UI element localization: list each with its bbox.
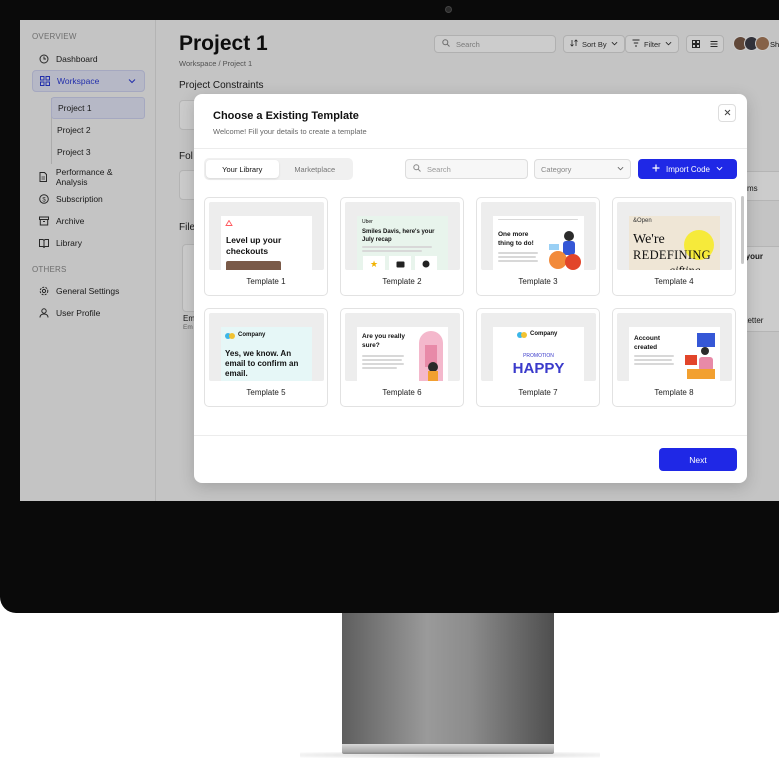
close-button[interactable] xyxy=(718,104,736,122)
card-icon xyxy=(389,256,411,270)
template-text-line xyxy=(362,363,404,365)
monitor-shadow xyxy=(300,752,600,758)
template-label: Template 6 xyxy=(382,388,422,397)
scrollbar[interactable] xyxy=(741,196,744,264)
modal-subtitle: Welcome! Fill your details to create a t… xyxy=(213,127,367,136)
modal-header-divider xyxy=(194,148,747,149)
screen: OVERVIEW Dashboard Workspace Project 1 P… xyxy=(20,20,779,501)
template-kicker: PROMOTION xyxy=(523,353,554,359)
modal-footer-divider xyxy=(194,435,747,436)
template-headline: Smiles Davis, here's your July recap xyxy=(362,229,435,243)
template-text-line xyxy=(362,246,432,248)
template-label: Template 8 xyxy=(654,388,694,397)
next-button[interactable]: Next xyxy=(659,448,737,471)
template-preview: Are you really sure? xyxy=(357,327,448,381)
airbnb-logo-icon xyxy=(225,220,233,226)
tab-marketplace[interactable]: Marketplace xyxy=(279,160,352,178)
template-label: Template 7 xyxy=(518,388,558,397)
workspace-illustration-icon xyxy=(685,333,715,379)
template-text-line xyxy=(634,359,672,361)
template-headline-3: gifting xyxy=(669,263,701,270)
template-preview: Level up your checkouts xyxy=(221,216,312,270)
template-thumbnail: Account created xyxy=(617,313,732,381)
template-preview: Account created xyxy=(629,327,720,381)
library-tabs: Your Library Marketplace xyxy=(204,158,353,180)
template-thumbnail: Level up your checkouts xyxy=(209,202,324,270)
search-placeholder: Search xyxy=(427,164,451,174)
plus-icon xyxy=(652,164,660,174)
company-logo-icon xyxy=(229,333,235,339)
company-logo-icon xyxy=(521,332,527,338)
door-illustration-icon xyxy=(419,331,443,381)
template-thumbnail: Company Yes, we know. An email to confir… xyxy=(209,313,324,381)
template-image xyxy=(226,261,281,270)
template-brand: Company xyxy=(238,332,266,338)
template-preview: Company Yes, we know. An email to confir… xyxy=(221,327,312,381)
template-text-line xyxy=(634,363,674,365)
clock-icon xyxy=(415,256,437,270)
tab-your-library[interactable]: Your Library xyxy=(206,160,279,178)
monitor-stage: OVERVIEW Dashboard Workspace Project 1 P… xyxy=(0,0,779,759)
template-text-line xyxy=(362,355,404,357)
template-thumbnail: One more thing to do! xyxy=(481,202,596,270)
chevron-down-icon xyxy=(716,165,723,174)
template-card-4[interactable]: &Open We're REDEFINING gifting Template … xyxy=(612,197,736,296)
category-placeholder: Category xyxy=(541,164,572,174)
modal-title: Choose a Existing Template xyxy=(213,110,359,122)
template-text-line xyxy=(498,260,538,262)
template-label: Template 4 xyxy=(654,277,694,286)
template-headline: HAPPY xyxy=(512,360,565,377)
template-preview: Uber Smiles Davis, here's your July reca… xyxy=(357,216,448,270)
template-headline-2: REDEFINING xyxy=(633,248,711,262)
template-thumbnail: &Open We're REDEFINING gifting xyxy=(617,202,732,270)
close-icon xyxy=(724,108,731,119)
template-text-line xyxy=(498,219,578,220)
template-modal: Choose a Existing Template Welcome! Fill… xyxy=(194,94,747,483)
template-headline: Account created xyxy=(634,335,660,351)
template-headline: We're xyxy=(633,232,665,247)
template-card-6[interactable]: Are you really sure? Template 6 xyxy=(340,308,464,407)
template-card-5[interactable]: Company Yes, we know. An email to confir… xyxy=(204,308,328,407)
search-icon xyxy=(413,164,421,174)
template-card-8[interactable]: Account created Template 8 xyxy=(612,308,736,407)
person-illustration-icon xyxy=(549,231,581,270)
template-card-7[interactable]: Company PROMOTION HAPPY Template 7 xyxy=(476,308,600,407)
template-headline: Yes, we know. An email to confirm an ema… xyxy=(225,349,299,378)
template-headline: Level up your checkouts xyxy=(226,235,282,256)
template-text-line xyxy=(362,359,402,361)
template-text-line xyxy=(362,250,422,252)
template-headline: One more thing to do! xyxy=(498,231,534,247)
star-icon: ★ xyxy=(363,256,385,270)
template-text-line xyxy=(634,355,674,357)
template-card-2[interactable]: Uber Smiles Davis, here's your July reca… xyxy=(340,197,464,296)
template-preview: &Open We're REDEFINING gifting xyxy=(629,216,720,270)
template-thumbnail: Uber Smiles Davis, here's your July reca… xyxy=(345,202,460,270)
category-select[interactable]: Category xyxy=(534,159,631,179)
chevron-down-icon xyxy=(617,165,624,174)
template-label: Template 1 xyxy=(246,277,286,286)
template-label: Template 2 xyxy=(382,277,422,286)
template-brand: Company xyxy=(530,331,558,337)
template-text-line xyxy=(362,367,397,369)
template-label: Template 5 xyxy=(246,388,286,397)
template-card-3[interactable]: One more thing to do! Template 3 xyxy=(476,197,600,296)
template-text-line xyxy=(498,256,536,258)
template-brand: Uber xyxy=(362,219,373,225)
template-brand: &Open xyxy=(633,218,652,224)
template-preview: One more thing to do! xyxy=(493,216,584,270)
template-thumbnail: Company PROMOTION HAPPY xyxy=(481,313,596,381)
template-preview: Company PROMOTION HAPPY xyxy=(493,327,584,381)
import-code-label: Import Code xyxy=(665,164,711,174)
template-label: Template 3 xyxy=(518,277,558,286)
import-code-button[interactable]: Import Code xyxy=(638,159,737,179)
template-thumbnail: Are you really sure? xyxy=(345,313,460,381)
template-search-input[interactable]: Search xyxy=(405,159,528,179)
camera-icon xyxy=(445,6,452,13)
monitor-stand xyxy=(342,613,554,745)
template-headline: Are you really sure? xyxy=(362,333,405,349)
template-text-line xyxy=(498,252,538,254)
template-card-1[interactable]: Level up your checkouts Template 1 xyxy=(204,197,328,296)
